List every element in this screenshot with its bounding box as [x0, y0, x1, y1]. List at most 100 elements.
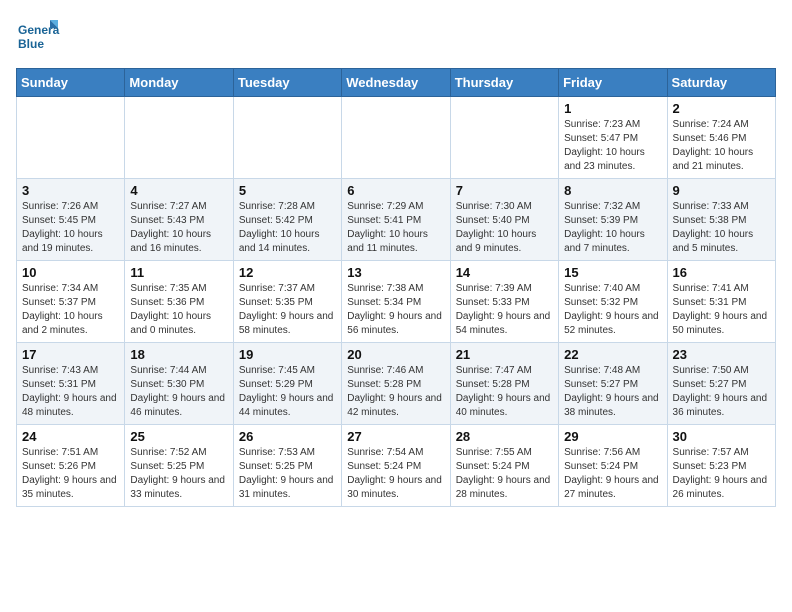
day-info: Sunrise: 7:39 AM Sunset: 5:33 PM Dayligh… [456, 282, 553, 338]
page-header: GeneralBlue [16, 16, 776, 60]
calendar-cell: 1 Sunrise: 7:23 AM Sunset: 5:47 PM Daylig… [559, 97, 667, 179]
day-info: Sunrise: 7:35 AM Sunset: 5:36 PM Dayligh… [130, 282, 227, 338]
calendar-cell: 26 Sunrise: 7:53 AM Sunset: 5:25 PM Dayli… [233, 425, 341, 507]
calendar-week-row: 10 Sunrise: 7:34 AM Sunset: 5:37 PM Dayli… [17, 261, 776, 343]
calendar-cell: 13Sunrise: 7:38 AM Sunset: 5:34 PM Dayli… [342, 261, 450, 343]
calendar-cell [450, 97, 558, 179]
header-day-sunday: Sunday [17, 69, 125, 97]
calendar-cell: 24 Sunrise: 7:51 AM Sunset: 5:26 PM Dayli… [17, 425, 125, 507]
calendar-cell: 4 Sunrise: 7:27 AM Sunset: 5:43 PM Daylig… [125, 179, 233, 261]
day-info: Sunrise: 7:51 AM Sunset: 5:26 PM Dayligh… [22, 446, 119, 502]
calendar-cell: 25 Sunrise: 7:52 AM Sunset: 5:25 PM Dayli… [125, 425, 233, 507]
calendar-cell: 9Sunrise: 7:33 AM Sunset: 5:38 PM Daylig… [667, 179, 775, 261]
day-info: Sunrise: 7:54 AM Sunset: 5:24 PM Dayligh… [347, 446, 444, 502]
calendar-week-row: 17Sunrise: 7:43 AM Sunset: 5:31 PM Dayli… [17, 343, 776, 425]
calendar-cell: 3 Sunrise: 7:26 AM Sunset: 5:45 PM Daylig… [17, 179, 125, 261]
calendar-cell [17, 97, 125, 179]
day-info: Sunrise: 7:46 AM Sunset: 5:28 PM Dayligh… [347, 364, 444, 420]
header-day-friday: Friday [559, 69, 667, 97]
day-number: 10 [22, 265, 119, 280]
day-info: Sunrise: 7:24 AM Sunset: 5:46 PM Dayligh… [673, 118, 770, 174]
day-number: 28 [456, 429, 553, 444]
calendar-cell: 30Sunrise: 7:57 AM Sunset: 5:23 PM Dayli… [667, 425, 775, 507]
day-info: Sunrise: 7:48 AM Sunset: 5:27 PM Dayligh… [564, 364, 661, 420]
calendar-table: SundayMondayTuesdayWednesdayThursdayFrid… [16, 68, 776, 507]
calendar-cell: 17Sunrise: 7:43 AM Sunset: 5:31 PM Dayli… [17, 343, 125, 425]
day-number: 26 [239, 429, 336, 444]
day-info: Sunrise: 7:34 AM Sunset: 5:37 PM Dayligh… [22, 282, 119, 338]
day-number: 15 [564, 265, 661, 280]
day-number: 11 [130, 265, 227, 280]
calendar-cell: 2Sunrise: 7:24 AM Sunset: 5:46 PM Daylig… [667, 97, 775, 179]
header-day-thursday: Thursday [450, 69, 558, 97]
calendar-cell [125, 97, 233, 179]
day-info: Sunrise: 7:28 AM Sunset: 5:42 PM Dayligh… [239, 200, 336, 256]
calendar-week-row: 1 Sunrise: 7:23 AM Sunset: 5:47 PM Daylig… [17, 97, 776, 179]
day-number: 16 [673, 265, 770, 280]
header-day-saturday: Saturday [667, 69, 775, 97]
day-info: Sunrise: 7:41 AM Sunset: 5:31 PM Dayligh… [673, 282, 770, 338]
calendar-cell: 22 Sunrise: 7:48 AM Sunset: 5:27 PM Dayli… [559, 343, 667, 425]
calendar-cell: 23 Sunrise: 7:50 AM Sunset: 5:27 PM Dayli… [667, 343, 775, 425]
day-info: Sunrise: 7:38 AM Sunset: 5:34 PM Dayligh… [347, 282, 444, 338]
day-number: 30 [673, 429, 770, 444]
day-number: 29 [564, 429, 661, 444]
day-number: 27 [347, 429, 444, 444]
day-number: 18 [130, 347, 227, 362]
day-info: Sunrise: 7:29 AM Sunset: 5:41 PM Dayligh… [347, 200, 444, 256]
day-number: 1 [564, 101, 661, 116]
calendar-cell: 5 Sunrise: 7:28 AM Sunset: 5:42 PM Daylig… [233, 179, 341, 261]
day-number: 8 [564, 183, 661, 198]
calendar-cell: 15Sunrise: 7:40 AM Sunset: 5:32 PM Dayli… [559, 261, 667, 343]
day-info: Sunrise: 7:30 AM Sunset: 5:40 PM Dayligh… [456, 200, 553, 256]
calendar-cell: 16 Sunrise: 7:41 AM Sunset: 5:31 PM Dayli… [667, 261, 775, 343]
day-number: 21 [456, 347, 553, 362]
calendar-cell: 29 Sunrise: 7:56 AM Sunset: 5:24 PM Dayli… [559, 425, 667, 507]
calendar-cell: 12 Sunrise: 7:37 AM Sunset: 5:35 PM Dayli… [233, 261, 341, 343]
calendar-cell: 28 Sunrise: 7:55 AM Sunset: 5:24 PM Dayli… [450, 425, 558, 507]
day-info: Sunrise: 7:23 AM Sunset: 5:47 PM Dayligh… [564, 118, 661, 174]
day-info: Sunrise: 7:50 AM Sunset: 5:27 PM Dayligh… [673, 364, 770, 420]
day-info: Sunrise: 7:44 AM Sunset: 5:30 PM Dayligh… [130, 364, 227, 420]
calendar-cell: 11 Sunrise: 7:35 AM Sunset: 5:36 PM Dayli… [125, 261, 233, 343]
day-number: 14 [456, 265, 553, 280]
calendar-cell: 27 Sunrise: 7:54 AM Sunset: 5:24 PM Dayli… [342, 425, 450, 507]
logo-svg: GeneralBlue [16, 16, 60, 60]
day-number: 19 [239, 347, 336, 362]
calendar-cell: 6Sunrise: 7:29 AM Sunset: 5:41 PM Daylig… [342, 179, 450, 261]
day-info: Sunrise: 7:43 AM Sunset: 5:31 PM Dayligh… [22, 364, 119, 420]
day-info: Sunrise: 7:27 AM Sunset: 5:43 PM Dayligh… [130, 200, 227, 256]
day-info: Sunrise: 7:52 AM Sunset: 5:25 PM Dayligh… [130, 446, 227, 502]
calendar-cell: 8 Sunrise: 7:32 AM Sunset: 5:39 PM Daylig… [559, 179, 667, 261]
day-info: Sunrise: 7:37 AM Sunset: 5:35 PM Dayligh… [239, 282, 336, 338]
calendar-week-row: 3 Sunrise: 7:26 AM Sunset: 5:45 PM Daylig… [17, 179, 776, 261]
calendar-cell: 7 Sunrise: 7:30 AM Sunset: 5:40 PM Daylig… [450, 179, 558, 261]
calendar-cell: 10 Sunrise: 7:34 AM Sunset: 5:37 PM Dayli… [17, 261, 125, 343]
svg-text:Blue: Blue [18, 37, 44, 51]
day-info: Sunrise: 7:55 AM Sunset: 5:24 PM Dayligh… [456, 446, 553, 502]
day-number: 5 [239, 183, 336, 198]
calendar-cell [233, 97, 341, 179]
day-number: 25 [130, 429, 227, 444]
header-day-tuesday: Tuesday [233, 69, 341, 97]
day-number: 9 [673, 183, 770, 198]
calendar-header-row: SundayMondayTuesdayWednesdayThursdayFrid… [17, 69, 776, 97]
day-info: Sunrise: 7:53 AM Sunset: 5:25 PM Dayligh… [239, 446, 336, 502]
header-day-monday: Monday [125, 69, 233, 97]
calendar-cell [342, 97, 450, 179]
day-number: 4 [130, 183, 227, 198]
day-info: Sunrise: 7:45 AM Sunset: 5:29 PM Dayligh… [239, 364, 336, 420]
calendar-week-row: 24 Sunrise: 7:51 AM Sunset: 5:26 PM Dayli… [17, 425, 776, 507]
day-number: 12 [239, 265, 336, 280]
day-info: Sunrise: 7:26 AM Sunset: 5:45 PM Dayligh… [22, 200, 119, 256]
day-info: Sunrise: 7:56 AM Sunset: 5:24 PM Dayligh… [564, 446, 661, 502]
header-day-wednesday: Wednesday [342, 69, 450, 97]
day-number: 23 [673, 347, 770, 362]
day-number: 22 [564, 347, 661, 362]
day-number: 3 [22, 183, 119, 198]
logo: GeneralBlue [16, 16, 60, 60]
day-number: 7 [456, 183, 553, 198]
day-number: 24 [22, 429, 119, 444]
calendar-cell: 20Sunrise: 7:46 AM Sunset: 5:28 PM Dayli… [342, 343, 450, 425]
day-info: Sunrise: 7:32 AM Sunset: 5:39 PM Dayligh… [564, 200, 661, 256]
